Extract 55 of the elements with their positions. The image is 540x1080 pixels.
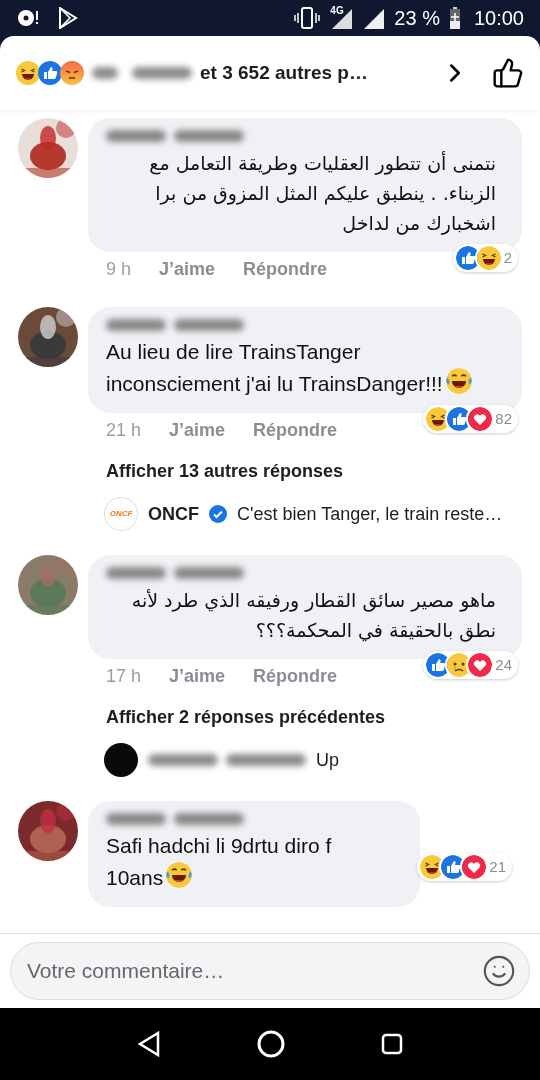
comment-text: نتمنى أن تتطور العقليات وطريقة التعامل مع الزبناء. . ينطبق عليكم المثل المزوق من برا اشخبارك من لداخل [148,150,496,237]
reply-text: C'est bien Tanger, le train reste… [237,502,503,526]
reply-text: Up [316,748,339,772]
more-replies-link[interactable]: Afficher 2 réponses précédentes [106,704,386,731]
reactions-summary: et 3 652 autres p… [200,60,368,85]
blurred-name [92,67,118,79]
comment-input[interactable]: Votre commentaire… [10,942,530,1000]
comment-text: Safi hadchi li 9drtu diro f 10ans [106,833,333,891]
reaction-summary[interactable]: 24 [423,651,518,679]
recents-icon[interactable] [380,1033,403,1055]
thumbs-up-icon[interactable] [492,57,524,89]
like-link[interactable]: J’aime [159,256,216,283]
reaction-count: 82 [495,408,512,429]
blurred-name [132,67,192,79]
network-type: 4G [330,4,344,18]
more-replies-link[interactable]: Afficher 13 autres réponses [106,458,344,485]
blurred-name [106,567,166,579]
play-store-icon [58,7,78,29]
blurred-name [174,813,244,825]
reactions-header[interactable]: et 3 652 autres p… [0,36,540,110]
reply-link[interactable]: Répondre [243,256,328,283]
like-link[interactable]: J’aime [169,663,226,690]
blurred-name [106,813,166,825]
battery-charging-icon [449,7,460,29]
comment-text: ماهو مصير سائق القطار ورفيقه الذي طرد لأنه نطق بالحقيقة في المحكمة؟؟؟ [130,588,496,644]
comment-text: Au lieu de lire TrainsTanger inconsciement j'ai lu TrainsDanger!!! [106,337,496,399]
comment-time: 9 h [106,258,132,281]
comment-time: 21 h [106,419,142,442]
blurred-name [174,567,244,579]
reaction-summary[interactable]: 2 [452,244,518,272]
signal-icon [362,7,385,29]
reply-author: ONCF [148,502,199,526]
disc-alert-icon [16,8,40,28]
reaction-summary[interactable]: 82 [423,405,518,433]
blurred-name [148,754,218,766]
blurred-name [174,130,244,142]
back-icon[interactable] [137,1031,162,1057]
reaction-count: 2 [503,247,512,268]
reply-link[interactable]: Répondre [253,417,338,444]
logo-avatar: ONCF [104,497,138,531]
blurred-name [174,319,244,331]
reply-link[interactable]: Répondre [253,663,338,690]
reaction-summary[interactable]: 21 [417,853,512,881]
reaction-count: 21 [489,856,506,877]
clock: 10:00 [473,6,524,31]
reaction-count: 24 [495,654,512,675]
blurred-name [106,319,166,331]
comment-time: 17 h [106,665,142,688]
signal-icon [330,7,353,29]
emoji-icon[interactable] [482,954,516,988]
home-icon[interactable] [256,1029,286,1059]
blurred-name [106,130,166,142]
like-link[interactable]: J’aime [169,417,226,444]
battery-percent: 23 % [394,6,440,31]
vibrate-icon [294,7,321,29]
